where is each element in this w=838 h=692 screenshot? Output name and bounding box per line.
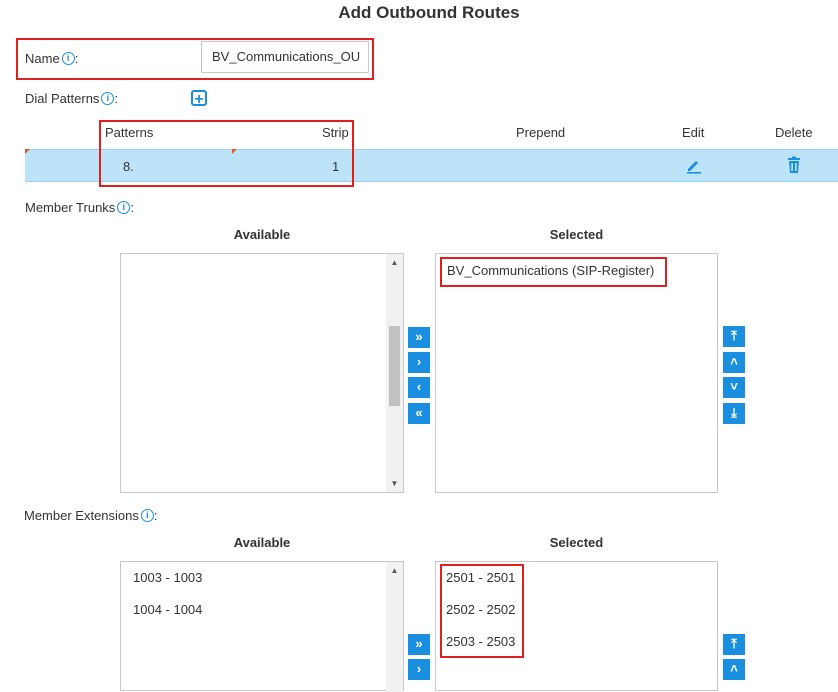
move-top-button[interactable]: ⤒ [723, 326, 745, 347]
page-title: Add Outbound Routes [338, 3, 520, 22]
scrollbar[interactable]: ▲ [386, 562, 403, 692]
selected-extensions-highlight-box [440, 564, 524, 658]
dial-patterns-label-text: Dial Patterns [25, 91, 100, 106]
list-item[interactable]: 1004 - 1004 [133, 602, 202, 617]
member-extensions-label-colon: : [153, 508, 158, 523]
scrollbar-thumb[interactable] [389, 326, 400, 406]
trunks-selected-list[interactable] [435, 253, 718, 493]
extensions-available-header: Available [233, 535, 291, 550]
prepend-column-header: Prepend [516, 125, 566, 140]
member-trunks-label-colon: : [130, 200, 134, 215]
name-label: Name i : [25, 51, 78, 66]
scroll-up-arrow-icon[interactable]: ▲ [386, 566, 403, 575]
info-icon[interactable]: i [117, 201, 131, 214]
pencil-icon[interactable] [685, 156, 703, 174]
info-icon[interactable]: i [140, 509, 154, 522]
scroll-down-arrow-icon[interactable]: ▼ [386, 479, 403, 488]
name-label-text: Name [25, 51, 60, 66]
scroll-up-arrow-icon[interactable]: ▲ [386, 258, 403, 267]
move-up-button[interactable]: ˄ [723, 352, 745, 373]
member-extensions-label-text: Member Extensions [24, 508, 139, 523]
dial-patterns-label-colon: : [114, 91, 119, 106]
trash-icon[interactable] [786, 156, 802, 174]
move-right-button[interactable]: › [408, 659, 430, 680]
selected-trunk-highlight-box [440, 257, 667, 287]
delete-column-header: Delete [775, 125, 813, 140]
move-all-right-button[interactable]: » [408, 327, 430, 348]
move-right-button[interactable]: › [408, 352, 430, 373]
move-top-button[interactable]: ⤒ [723, 634, 745, 655]
name-input[interactable]: BV_Communications_OU [201, 41, 369, 73]
move-bottom-button[interactable]: ⤓ [723, 403, 745, 424]
trunks-selected-header: Selected [549, 227, 604, 242]
trunks-available-header: Available [233, 227, 291, 242]
extensions-selected-header: Selected [549, 535, 604, 550]
move-all-left-button[interactable]: « [408, 403, 430, 424]
dial-patterns-label: Dial Patterns i : [25, 91, 118, 106]
scrollbar[interactable]: ▲ ▼ [386, 254, 403, 492]
list-item[interactable]: 1003 - 1003 [133, 570, 202, 585]
move-down-button[interactable]: ˅ [723, 377, 745, 398]
add-pattern-button[interactable]: + [191, 90, 207, 108]
member-trunks-label: Member Trunks i : [25, 200, 134, 215]
member-trunks-label-text: Member Trunks [25, 200, 116, 215]
info-icon[interactable]: i [61, 52, 75, 65]
edit-column-header: Edit [682, 125, 705, 140]
move-up-button[interactable]: ˄ [723, 659, 745, 680]
pattern-strip-highlight-box [99, 120, 354, 187]
info-icon[interactable]: i [101, 92, 115, 105]
move-all-right-button[interactable]: » [408, 634, 430, 655]
trunks-available-list[interactable]: ▲ ▼ [120, 253, 404, 493]
cell-marker [25, 149, 30, 154]
move-left-button[interactable]: ‹ [408, 377, 430, 398]
name-label-colon: : [74, 51, 79, 66]
member-extensions-label: Member Extensions i : [24, 508, 158, 523]
